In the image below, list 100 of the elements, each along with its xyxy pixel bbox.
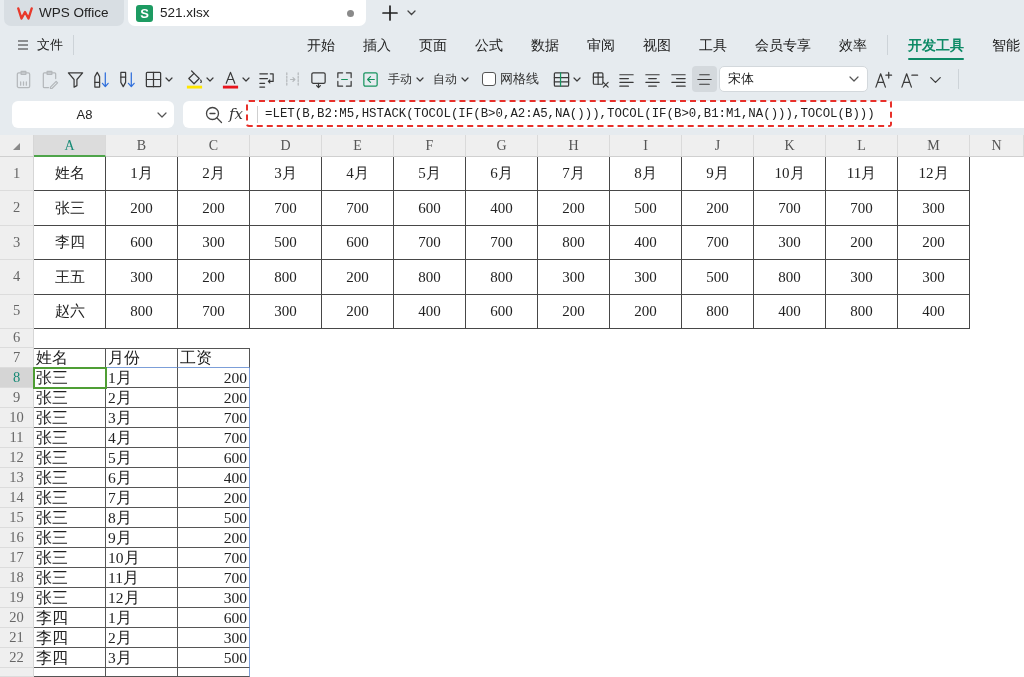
sheet-cell[interactable]: 700 [754,191,826,226]
row-header[interactable]: 19 [0,587,34,608]
sheet-cell[interactable]: 张三 [34,387,106,408]
row-header[interactable]: 18 [0,567,34,588]
ribbon-tab[interactable]: 插入 [349,29,405,61]
sheet-cell[interactable]: 2月 [106,387,178,408]
sheet-cell[interactable]: 李四 [34,225,106,261]
row-header[interactable]: 4 [0,260,34,295]
caret-icon[interactable] [165,76,173,82]
sheet-cell[interactable]: 月份 [106,347,178,368]
sheet-cell[interactable]: 7月 [538,157,610,192]
column-header[interactable]: C [178,135,250,157]
frame-arrow-icon[interactable] [309,69,328,89]
zoom-out-icon[interactable] [205,105,223,124]
ribbon-tab[interactable]: 页面 [405,29,461,61]
sheet-cell[interactable]: 200 [538,294,610,329]
sheet-cell[interactable]: 张三 [34,407,106,428]
borders-icon[interactable] [144,69,163,89]
sheet-cell[interactable]: 200 [178,487,250,508]
sheet-cell[interactable]: 200 [322,294,394,329]
sheet-cell[interactable]: 800 [106,294,178,329]
select-all-triangle-icon[interactable] [13,143,20,150]
table-icon[interactable] [552,69,571,89]
sheet-cell[interactable]: 1月 [106,367,178,388]
sheet-cell[interactable]: 400 [394,294,466,329]
sheet-cell[interactable]: 2月 [106,627,178,648]
sheet-cell[interactable]: 600 [178,607,250,628]
sheet-cell[interactable]: 200 [106,191,178,226]
document-tab[interactable]: S 521.xlsx [128,0,366,26]
ribbon-tab[interactable]: 数据 [517,29,573,61]
ribbon-tab[interactable]: 工具 [685,29,741,61]
sheet-cell[interactable]: 400 [610,225,682,261]
sheet-cell[interactable]: 200 [178,191,250,226]
corner-frame-icon[interactable] [335,69,354,89]
sheet-cell[interactable]: 300 [610,260,682,295]
filter-icon[interactable] [66,69,85,89]
sheet-cell[interactable]: 700 [682,225,754,261]
sheet-cell[interactable]: 8月 [610,157,682,192]
sheet-cell[interactable]: 200 [826,225,898,261]
sheet-cell[interactable]: 300 [106,260,178,295]
sheet-cell[interactable]: 7月 [106,487,178,508]
sheet-cell[interactable]: 300 [178,587,250,608]
row-header[interactable]: 20 [0,607,34,628]
sheet-cell[interactable]: 800 [754,260,826,295]
function-button[interactable]: fx [229,107,243,122]
file-menu-button[interactable]: 文件 [12,31,69,59]
sheet-cell[interactable]: 11月 [826,157,898,192]
sheet-cell[interactable]: 300 [898,191,970,226]
sheet-cell[interactable]: 200 [898,225,970,261]
row-header[interactable]: 13 [0,467,34,488]
checkbox-label[interactable]: 网格线 [500,69,539,89]
caret-icon[interactable] [573,76,581,82]
sheet-cell[interactable]: 6月 [106,467,178,488]
sheet-cell[interactable]: 800 [394,260,466,295]
sort-ascending-icon[interactable] [92,69,111,89]
column-header[interactable]: H [538,135,610,157]
sheet-cell[interactable]: 400 [898,294,970,329]
sheet-cell[interactable]: 400 [178,467,250,488]
sheet-cell[interactable]: 700 [178,547,250,568]
sheet-cell[interactable]: 李四 [34,647,106,668]
column-header[interactable]: M [898,135,970,157]
sheet-cell[interactable]: 张三 [34,567,106,588]
column-header[interactable]: J [682,135,754,157]
column-header[interactable]: K [754,135,826,157]
row-header[interactable]: 9 [0,387,34,408]
sheet-cell[interactable]: 700 [394,225,466,261]
calc-mode-dropdown[interactable]: 手动 [384,66,428,92]
column-header[interactable]: I [610,135,682,157]
ribbon-tab[interactable]: 智能 [978,29,1020,61]
sheet-cell[interactable]: 200 [178,367,250,388]
sheet-cell[interactable]: 王五 [34,260,106,295]
column-header[interactable]: F [394,135,466,157]
row-header[interactable]: 5 [0,294,34,329]
row-header[interactable]: 22 [0,647,34,668]
column-header[interactable]: G [466,135,538,157]
sheet-cell[interactable]: 4月 [322,157,394,192]
ribbon-tab[interactable]: 公式 [461,29,517,61]
sheet-cell[interactable]: 200 [322,260,394,295]
sheet-cell[interactable]: 600 [178,447,250,468]
ribbon-tab[interactable]: 审阅 [573,29,629,61]
sheet-cell[interactable] [178,667,250,677]
ribbon-tab[interactable]: 会员专享 [741,29,825,61]
sheet-cell[interactable]: 12月 [106,587,178,608]
chevron-down-icon[interactable] [849,76,859,82]
sheet-cell[interactable]: 2月 [178,157,250,192]
sheet-cell[interactable]: 5月 [394,157,466,192]
sheet-cell[interactable]: 800 [826,294,898,329]
sheet-cell[interactable]: 300 [178,225,250,261]
sheet-cell[interactable]: 12月 [898,157,970,192]
sheet-cell[interactable]: 张三 [34,447,106,468]
row-header[interactable]: 3 [0,225,34,261]
sheet-cell[interactable]: 500 [178,647,250,668]
sheet-cell[interactable]: 200 [682,191,754,226]
checkbox[interactable] [482,72,496,86]
home-tab[interactable]: WPS Office [4,0,124,26]
table-delete-icon[interactable] [591,69,610,89]
sheet-cell[interactable]: 700 [178,407,250,428]
sheet-cell[interactable]: 500 [610,191,682,226]
sheet-cell[interactable]: 200 [178,387,250,408]
sheet-cell[interactable]: 300 [250,294,322,329]
